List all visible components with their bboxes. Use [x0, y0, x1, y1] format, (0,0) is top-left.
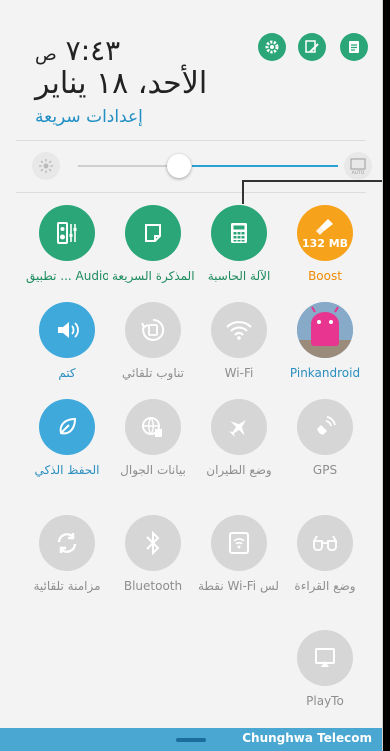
- tile-label: Boost: [308, 269, 342, 283]
- airplane-icon: [211, 399, 267, 455]
- calculator-icon: [211, 205, 267, 261]
- brightness-thumb[interactable]: [167, 154, 191, 178]
- quick-settings-panel: ٧:٤٣ ص الأحد، ١٨ يناير إعدادات سريعة AUT…: [0, 0, 383, 751]
- bluetooth-icon: [125, 515, 181, 571]
- brightness-slider[interactable]: AUTO: [32, 150, 372, 182]
- tile-label: Pinkandroid: [289, 366, 361, 380]
- date-label: الأحد، ١٨ يناير: [35, 66, 208, 101]
- tile-wifi-hotspot[interactable]: نقطة Wi-Fi الس...: [198, 515, 280, 593]
- tile-smart-saving[interactable]: الحفظ الذكي: [26, 399, 108, 477]
- divider: [16, 140, 366, 141]
- tile-label: الآلة الحاسبة: [207, 269, 271, 283]
- volume-icon: [39, 302, 95, 358]
- bottom-status-bar: Chunghwa Telecom: [0, 728, 382, 751]
- callout-line: [242, 180, 244, 204]
- tile-mute[interactable]: كتم: [26, 302, 108, 380]
- tile-label: Bluetooth: [123, 579, 183, 593]
- tile-label: تناوب تلقائي: [122, 366, 184, 380]
- brightness-track: [78, 165, 178, 167]
- tile-wifi[interactable]: Wi-Fi: [198, 302, 280, 380]
- carrier-name: Chunghwa Telecom: [242, 731, 372, 745]
- quick-settings-title: إعدادات سريعة: [35, 107, 143, 127]
- tile-playto[interactable]: PlayTo: [284, 630, 366, 708]
- sync-icon: [39, 515, 95, 571]
- edit-icon[interactable]: [298, 33, 326, 61]
- callout-line: [242, 180, 382, 182]
- tile-quick-memo[interactable]: المذكرة السريعة: [112, 205, 194, 283]
- tile-auto-sync[interactable]: مزامنة تلقائية: [26, 515, 108, 593]
- playto-icon: [297, 630, 353, 686]
- tile-label: المذكرة السريعة: [112, 269, 194, 283]
- auto-rotate-icon: [125, 302, 181, 358]
- broom-icon: 132 MB: [297, 205, 353, 261]
- tile-label: وضع الطيران: [206, 463, 272, 477]
- wifi-icon: [211, 302, 267, 358]
- tile-boost[interactable]: 132 MB Boost: [284, 205, 366, 283]
- leaf-icon: [39, 399, 95, 455]
- reading-glasses-icon: [297, 515, 353, 571]
- header: ٧:٤٣ ص الأحد، ١٨ يناير إعدادات سريعة: [0, 0, 382, 140]
- drag-handle[interactable]: [176, 738, 206, 742]
- tile-mobile-data[interactable]: بيانات الجوال: [112, 399, 194, 477]
- tile-audio-wizard[interactable]: تطبيق ... Audio: [26, 205, 108, 283]
- tile-label: GPS: [312, 463, 338, 477]
- quick-memo-icon: [125, 205, 181, 261]
- mobile-data-icon: [125, 399, 181, 455]
- notes-icon[interactable]: [340, 33, 368, 61]
- brightness-track-fill: [192, 165, 338, 167]
- hotspot-icon: [211, 515, 267, 571]
- tile-label: PlayTo: [306, 694, 344, 708]
- divider: [16, 192, 366, 193]
- boost-memory-value: 132 MB: [301, 236, 349, 250]
- tile-calculator[interactable]: الآلة الحاسبة: [198, 205, 280, 283]
- tile-label: Wi-Fi: [224, 366, 254, 380]
- tile-label: كتم: [58, 366, 76, 380]
- tile-label: نقطة Wi-Fi الس...: [198, 579, 280, 593]
- audio-equalizer-icon: [39, 205, 95, 261]
- pink-android-avatar: [297, 302, 353, 358]
- tile-label: تطبيق ... Audio: [26, 269, 108, 283]
- tile-label: بيانات الجوال: [120, 463, 186, 477]
- tile-reading-mode[interactable]: وضع القراءة: [284, 515, 366, 593]
- settings-icon[interactable]: [258, 33, 286, 61]
- tile-airplane-mode[interactable]: وضع الطيران: [198, 399, 280, 477]
- tile-user-profile[interactable]: Pinkandroid: [284, 302, 366, 380]
- gps-icon: [297, 399, 353, 455]
- tile-label: الحفظ الذكي: [34, 463, 100, 477]
- tile-bluetooth[interactable]: Bluetooth: [112, 515, 194, 593]
- tile-gps[interactable]: GPS: [284, 399, 366, 477]
- tile-auto-rotate[interactable]: تناوب تلقائي: [112, 302, 194, 380]
- brightness-low-icon: [32, 152, 60, 180]
- brightness-auto-icon[interactable]: AUTO: [344, 152, 372, 180]
- clock-time: ٧:٤٣ ص: [35, 34, 121, 67]
- tile-label: وضع القراءة: [294, 579, 356, 593]
- auto-label: AUTO: [352, 170, 365, 176]
- tile-label: مزامنة تلقائية: [33, 579, 101, 593]
